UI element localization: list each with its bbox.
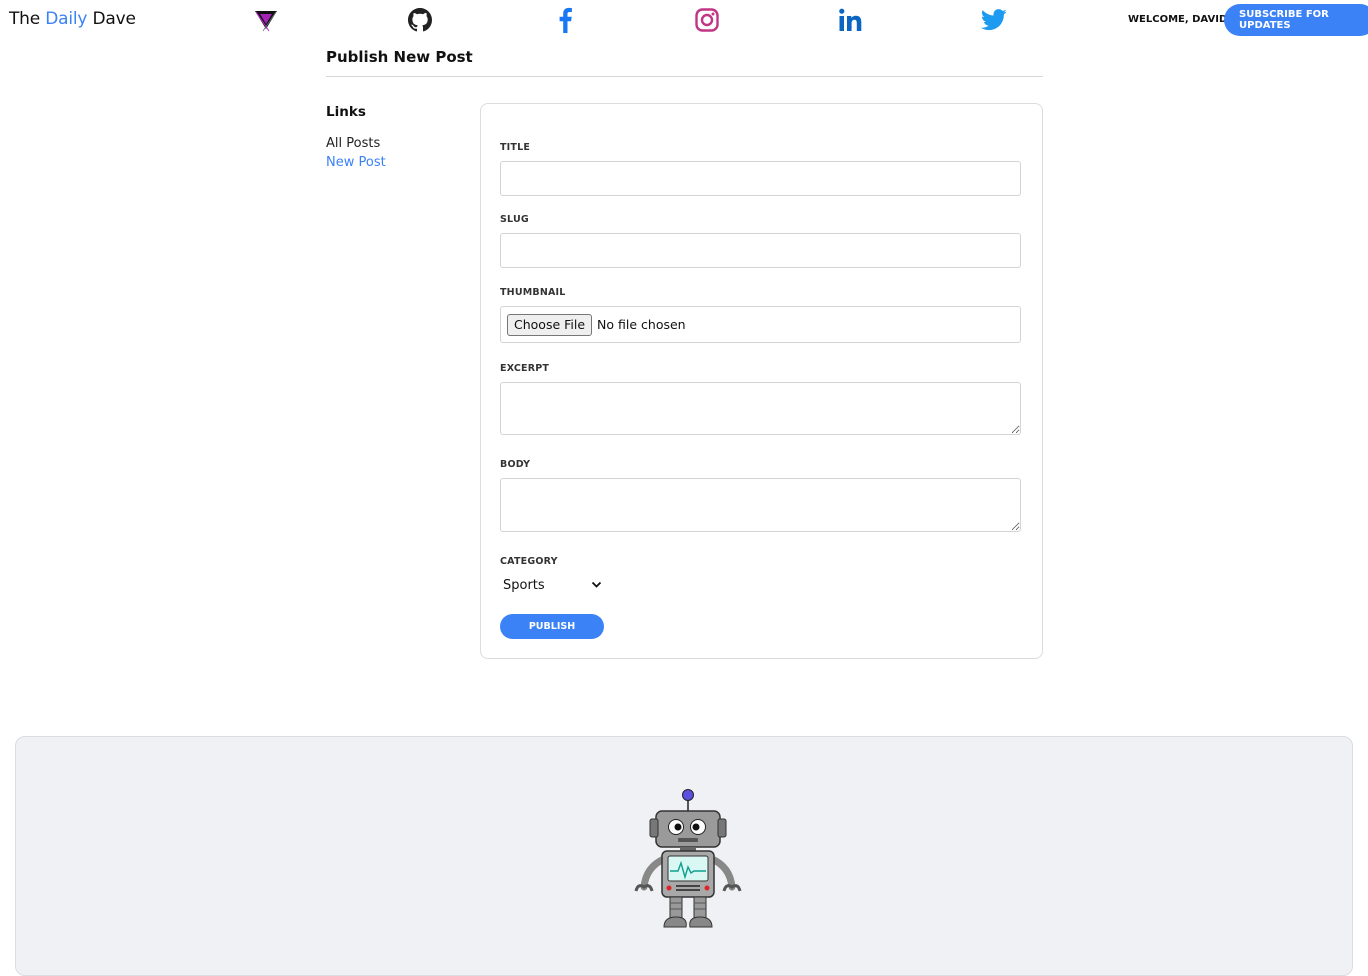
robot-icon: [628, 787, 748, 933]
slug-label: SLUG: [500, 214, 529, 225]
site-footer: [15, 736, 1353, 976]
welcome-text: WELCOME, DAVID!: [1128, 14, 1232, 25]
sidebar-item-all-posts[interactable]: All Posts: [326, 136, 380, 151]
category-label: CATEGORY: [500, 556, 558, 567]
body-textarea[interactable]: [500, 478, 1021, 532]
category-selected-value: Sports: [503, 577, 545, 593]
logo-triangle-icon[interactable]: [252, 6, 280, 34]
body-label: BODY: [500, 459, 531, 470]
excerpt-label: EXCERPT: [500, 363, 550, 374]
instagram-icon[interactable]: [693, 6, 721, 34]
sidebar-heading: Links: [326, 104, 366, 120]
choose-file-button[interactable]: Choose File: [507, 313, 593, 336]
subscribe-button[interactable]: SUBSCRIBE FOR UPDATES: [1224, 4, 1368, 36]
title-input[interactable]: [500, 161, 1021, 196]
no-file-text: No file chosen: [597, 317, 686, 332]
title-divider: [326, 76, 1043, 77]
category-select[interactable]: Sports: [500, 574, 604, 596]
chevron-down-icon: [591, 578, 602, 593]
linkedin-icon[interactable]: [837, 6, 865, 34]
slug-input[interactable]: [500, 233, 1021, 268]
sidebar-item-new-post[interactable]: New Post: [326, 155, 386, 170]
page-title: Publish New Post: [326, 48, 473, 66]
facebook-icon[interactable]: [550, 6, 578, 34]
twitter-icon[interactable]: [980, 6, 1008, 34]
publish-button[interactable]: PUBLISH: [500, 614, 604, 639]
new-post-form: TITLE SLUG THUMBNAIL Choose File No file…: [480, 103, 1043, 659]
title-label: TITLE: [500, 142, 531, 153]
excerpt-textarea[interactable]: [500, 382, 1021, 435]
site-header: The Daily Dave WELCOME, DAVID! SUBSCRIBE…: [0, 0, 1368, 40]
brand-part-dave: Dave: [92, 9, 136, 29]
github-icon[interactable]: [406, 6, 434, 34]
thumbnail-label: THUMBNAIL: [500, 287, 566, 298]
site-logo[interactable]: The Daily Dave: [9, 9, 136, 29]
brand-part-daily: Daily: [45, 9, 88, 29]
thumbnail-file-input: Choose File No file chosen: [500, 306, 1021, 343]
brand-part-the: The: [9, 9, 41, 29]
